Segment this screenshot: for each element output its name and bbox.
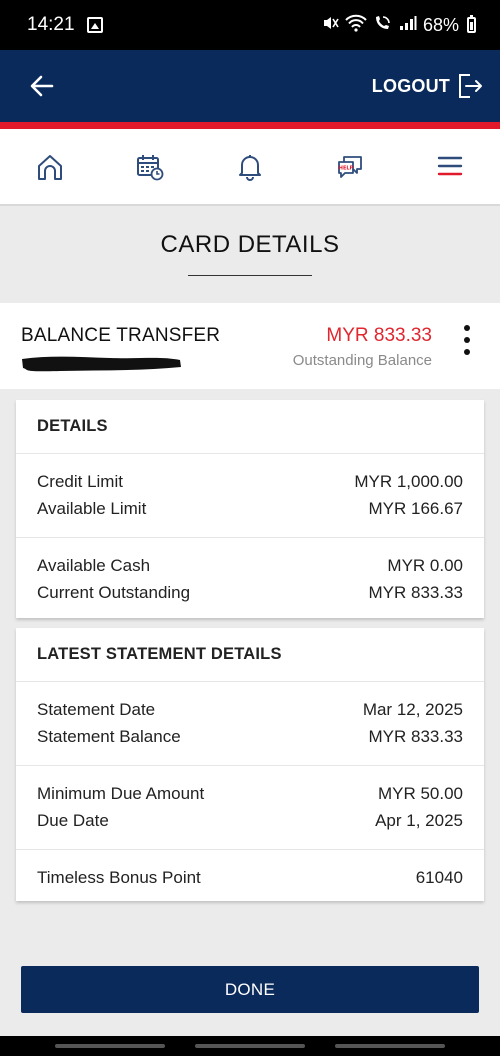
status-bar: 14:21 68% <box>0 0 500 50</box>
statement-group: Minimum Due Amount MYR 50.00 Due Date Ap… <box>16 766 484 850</box>
done-button[interactable]: DONE <box>21 966 479 1013</box>
outstanding-balance-label: Outstanding Balance <box>292 352 432 369</box>
page-title: CARD DETAILS <box>160 231 340 258</box>
credit-limit-label: Credit Limit <box>37 471 123 491</box>
system-nav-bar <box>0 1036 500 1056</box>
battery-icon <box>467 15 476 33</box>
details-group: Credit Limit MYR 1,000.00 Available Limi… <box>16 454 484 538</box>
current-outstanding-value: MYR 833.33 <box>368 583 464 603</box>
outstanding-amount: MYR 833.33 <box>326 325 432 346</box>
logout-button[interactable]: LOGOUT <box>372 72 484 100</box>
statement-panel: LATEST STATEMENT DETAILS Statement Date … <box>16 628 484 901</box>
signal-icon <box>399 15 417 36</box>
available-cash-value: MYR 0.00 <box>387 555 463 575</box>
available-cash-label: Available Cash <box>37 555 151 575</box>
current-outstanding-label: Current Outstanding <box>37 583 191 603</box>
due-date-label: Due Date <box>37 811 109 831</box>
detail-row: Credit Limit MYR 1,000.00 <box>37 468 463 496</box>
statement-row: Statement Date Mar 12, 2025 <box>37 696 463 724</box>
statement-balance-label: Statement Balance <box>37 727 181 747</box>
details-panel-title: DETAILS <box>16 400 484 454</box>
header-accent-line <box>0 122 500 129</box>
detail-row: Available Cash MYR 0.00 <box>37 552 463 580</box>
page-title-section: CARD DETAILS <box>0 206 500 303</box>
detail-row: Current Outstanding MYR 833.33 <box>37 580 463 608</box>
app-header: LOGOUT <box>0 50 500 122</box>
minimum-due-label: Minimum Due Amount <box>37 783 205 803</box>
statement-row: Minimum Due Amount MYR 50.00 <box>37 780 463 808</box>
card-number-redacted <box>22 356 181 372</box>
gallery-icon <box>86 17 103 33</box>
calendar-icon[interactable] <box>136 153 164 181</box>
statement-row: Timeless Bonus Point 61040 <box>37 864 463 892</box>
back-arrow-icon[interactable] <box>28 72 56 100</box>
status-icons: 68% <box>321 14 476 37</box>
mute-icon <box>321 14 339 37</box>
available-limit-label: Available Limit <box>37 499 147 519</box>
home-icon[interactable] <box>36 153 64 181</box>
due-date-value: Apr 1, 2025 <box>375 811 463 831</box>
help-chat-icon[interactable]: HELP <box>336 153 364 181</box>
statement-date-label: Statement Date <box>37 699 156 719</box>
statement-panel-title: LATEST STATEMENT DETAILS <box>16 628 484 682</box>
wifi-call-icon <box>373 14 393 37</box>
menu-icon[interactable] <box>436 153 464 181</box>
status-time: 14:21 <box>27 14 75 35</box>
card-name: BALANCE TRANSFER <box>21 325 221 346</box>
top-nav: HELP <box>0 129 500 206</box>
minimum-due-value: MYR 50.00 <box>377 783 463 803</box>
credit-limit-value: MYR 1,000.00 <box>354 471 463 491</box>
notifications-icon[interactable] <box>236 153 264 181</box>
more-options-icon[interactable] <box>460 325 474 355</box>
statement-balance-value: MYR 833.33 <box>368 727 464 747</box>
statement-date-value: Mar 12, 2025 <box>362 699 463 719</box>
detail-row: Available Limit MYR 166.67 <box>37 496 463 524</box>
statement-group: Timeless Bonus Point 61040 <box>16 850 484 906</box>
logout-label: LOGOUT <box>371 75 450 96</box>
statement-row: Statement Balance MYR 833.33 <box>37 724 463 752</box>
details-group: Available Cash MYR 0.00 Current Outstand… <box>16 538 484 621</box>
nav-handle[interactable] <box>55 1044 165 1048</box>
battery-percent: 68% <box>422 14 459 35</box>
svg-text:HELP: HELP <box>339 165 354 171</box>
bonus-point-label: Timeless Bonus Point <box>37 867 201 887</box>
card-summary: BALANCE TRANSFER MYR 833.33 Outstanding … <box>0 303 500 389</box>
bonus-point-value: 61040 <box>415 867 463 887</box>
nav-handle[interactable] <box>335 1044 445 1048</box>
statement-row: Due Date Apr 1, 2025 <box>37 808 463 836</box>
available-limit-value: MYR 166.67 <box>368 499 464 519</box>
details-panel: DETAILS Credit Limit MYR 1,000.00 Availa… <box>16 400 484 618</box>
logout-icon <box>459 74 482 98</box>
wifi-icon <box>345 14 367 37</box>
nav-handle[interactable] <box>195 1044 305 1048</box>
statement-group: Statement Date Mar 12, 2025 Statement Ba… <box>16 682 484 766</box>
title-underline <box>188 275 312 276</box>
